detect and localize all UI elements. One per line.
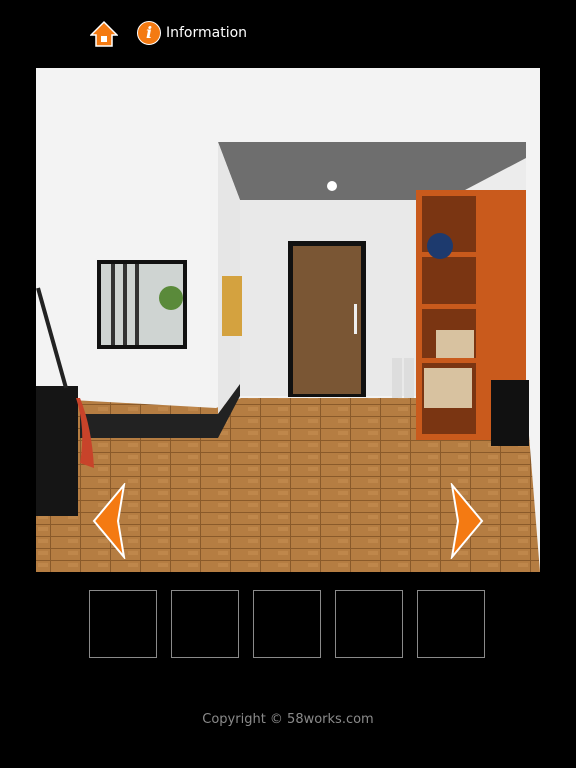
inventory-slot-4[interactable] [335, 590, 403, 658]
chevron-right-icon[interactable] [448, 483, 486, 559]
room-scene[interactable] [36, 68, 540, 572]
ceiling-light [327, 181, 337, 191]
information-link[interactable]: Information [166, 25, 247, 41]
info-button[interactable]: i [137, 21, 161, 45]
door-handle [354, 304, 357, 334]
copyright: Copyright © 58works.com [202, 712, 374, 727]
inventory-slot-1[interactable] [89, 590, 157, 658]
sofa [36, 386, 78, 516]
inventory-slot-5[interactable] [417, 590, 485, 658]
boot [392, 358, 402, 398]
home-icon[interactable] [90, 20, 118, 48]
globe [427, 233, 453, 259]
door[interactable] [293, 246, 361, 394]
inventory-slot-2[interactable] [171, 590, 239, 658]
wall-panel [222, 276, 242, 336]
trash-bin[interactable] [491, 380, 529, 446]
boxes [436, 330, 474, 358]
chevron-left-icon[interactable] [90, 483, 128, 559]
inventory-slot-3[interactable] [253, 590, 321, 658]
info-icon: i [145, 23, 153, 42]
